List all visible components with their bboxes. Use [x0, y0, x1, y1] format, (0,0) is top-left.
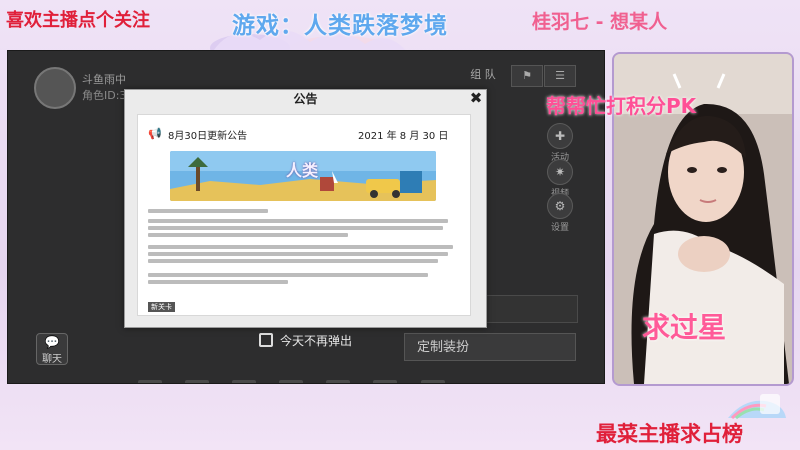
dont-show-label: 今天不再弹出 — [280, 334, 353, 348]
update-banner-image: 人类 — [170, 151, 436, 201]
toolbar-item[interactable] — [420, 380, 445, 383]
activity-icon: ✚ — [547, 123, 573, 149]
now-playing-song: 桂羽七 - 想某人 — [532, 11, 668, 33]
text-line — [148, 280, 288, 284]
text-line — [148, 209, 268, 213]
chat-button[interactable]: 💬 聊天 — [36, 333, 68, 365]
toolbar-item[interactable] — [232, 380, 257, 383]
player-name: 斗鱼雨中 — [82, 73, 126, 86]
menu-icon: ☰ — [555, 69, 565, 82]
toolbar-item[interactable] — [279, 380, 304, 383]
leaderboard-request-text: 最菜主播求占榜 — [596, 422, 743, 446]
flag-button[interactable]: ⚑ — [511, 65, 543, 87]
close-icon[interactable]: ✖ — [468, 90, 484, 106]
chat-icon: 💬 — [44, 335, 60, 349]
new-level-tag: 新关卡 — [148, 302, 175, 312]
toolbar-item[interactable] — [138, 380, 162, 383]
toolbar-item[interactable] — [373, 380, 398, 383]
flag-icon: ⚑ — [522, 69, 532, 82]
input-bar[interactable] — [478, 295, 578, 323]
notice-date: 2021 年 8 月 30 日 — [358, 131, 449, 142]
gear-icon: ⚙ — [547, 193, 573, 219]
announcement-dialog: 公告 ✖ 📢 8月30日更新公告 2021 年 8 月 30 日 人类 新关卡 — [124, 89, 487, 328]
text-line — [148, 245, 453, 249]
megaphone-icon: 📢 — [148, 127, 162, 140]
announcement-panel: 📢 8月30日更新公告 2021 年 8 月 30 日 人类 新关卡 — [137, 114, 471, 316]
text-line — [148, 233, 348, 237]
text-line — [148, 226, 443, 230]
settings-cog-icon: ✷ — [547, 159, 573, 185]
text-line — [148, 252, 448, 256]
notice-title: 8月30日更新公告 — [168, 131, 248, 142]
player-id: 角色ID:3 — [82, 89, 127, 102]
game-title-text: 游戏：人类跌落梦境 — [232, 13, 448, 39]
activity-button[interactable]: ✚ 活动 — [546, 123, 574, 163]
pk-request-text: 帮帮忙打积分PK — [546, 94, 697, 118]
menu-button[interactable]: ☰ — [544, 65, 576, 87]
bottom-toolbar — [138, 373, 558, 383]
team-button[interactable]: 组 队 — [458, 65, 508, 85]
settings-label: 设置 — [550, 223, 569, 233]
player-avatar[interactable] — [34, 67, 76, 109]
toolbar-item[interactable] — [326, 380, 351, 383]
banner-title: 人类 — [286, 161, 319, 180]
dont-show-checkbox[interactable] — [259, 333, 273, 347]
star-request-text: 求过星 — [642, 311, 727, 344]
follow-request-text: 喜欢主播点个关注 — [6, 10, 150, 31]
chat-label: 聊天 — [42, 354, 62, 365]
dialog-title: 公告 — [293, 92, 318, 106]
settings-button[interactable]: ⚙ 设置 — [546, 193, 574, 233]
customize-outfit-button[interactable]: 定制装扮 — [404, 333, 576, 361]
toolbar-item[interactable] — [185, 380, 210, 383]
text-line — [148, 259, 438, 263]
text-line — [148, 273, 428, 277]
text-line — [148, 219, 448, 223]
